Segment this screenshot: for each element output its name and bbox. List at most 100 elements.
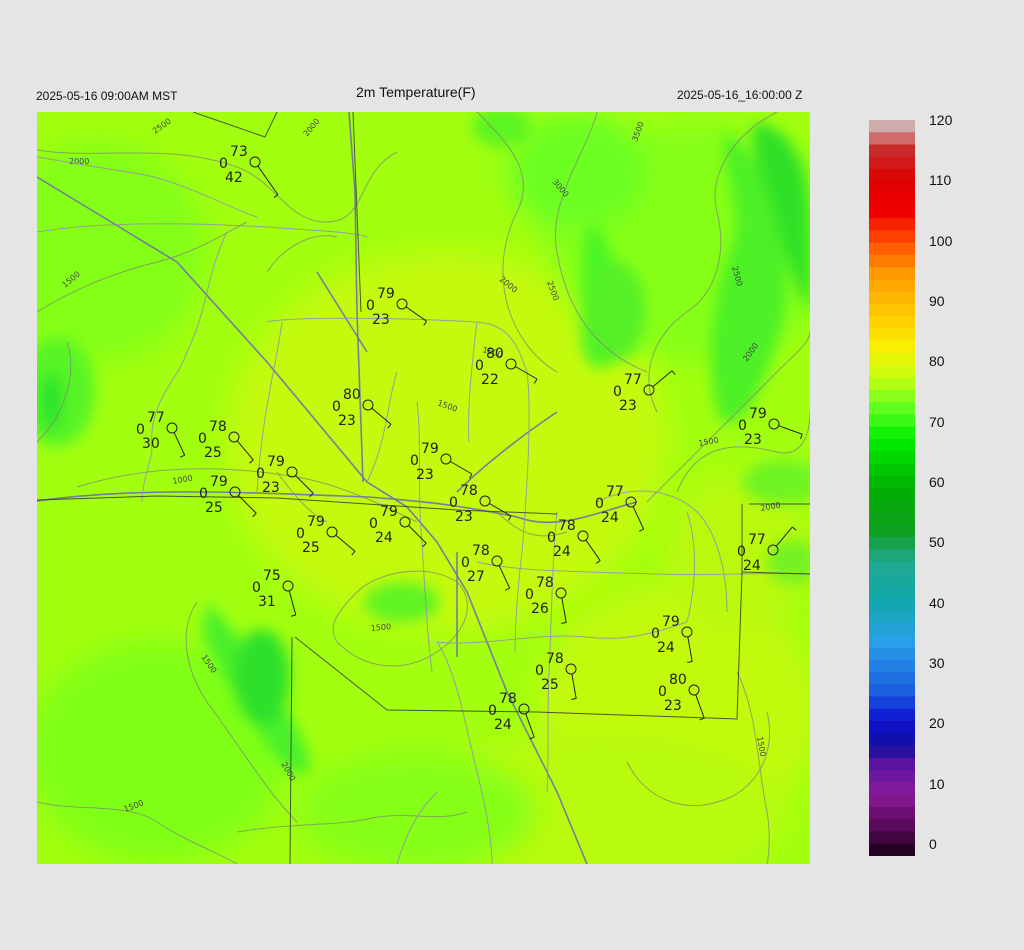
colorbar-tick-label: 20 (929, 715, 945, 732)
colorbar-band (869, 242, 915, 256)
colorbar-tick-label: 90 (929, 293, 945, 309)
colorbar-tick-label: 30 (929, 655, 945, 671)
temperature-value: 73 (230, 144, 248, 160)
dewpoint-value: 24 (553, 544, 571, 560)
dewpoint-value: 22 (481, 372, 499, 388)
colorbar (869, 120, 915, 856)
colorbar-band (869, 426, 915, 440)
colorbar-band (869, 414, 915, 428)
colorbar-band (869, 169, 915, 182)
temperature-value: 79 (210, 474, 228, 490)
temperature-field (37, 112, 810, 864)
colorbar-band (869, 635, 915, 649)
colorbar-band (869, 524, 915, 538)
dewpoint-value: 42 (225, 170, 243, 186)
colorbar-tick-label: 110 (929, 172, 952, 189)
colorbar-band (869, 291, 915, 305)
dewpoint-value: 23 (416, 467, 434, 483)
colorbar-band (869, 672, 915, 685)
dewpoint-value: 24 (743, 558, 761, 574)
dewpoint-value: 25 (204, 445, 222, 461)
temperature-value: 77 (748, 532, 766, 548)
colorbar-band (869, 512, 915, 526)
colorbar-band (869, 377, 915, 391)
colorbar-band (869, 708, 915, 722)
colorbar-tick-label: 0 (929, 836, 937, 852)
colorbar-tick-label: 50 (929, 534, 945, 551)
colorbar-band (869, 193, 915, 207)
colorbar-band (869, 659, 915, 673)
colorbar-band (869, 721, 915, 734)
valid-time-utc: 2025-05-16_16:00:00 Z (677, 88, 803, 102)
colorbar-band (869, 463, 915, 477)
colorbar-band (869, 610, 915, 624)
colorbar-band (869, 745, 915, 759)
colorbar-band (869, 316, 915, 330)
colorbar-band (869, 267, 915, 281)
colorbar-band (869, 573, 915, 587)
colorbar-band (869, 328, 915, 342)
colorbar-band (869, 586, 915, 599)
colorbar-band (869, 304, 915, 317)
colorbar-band (869, 598, 915, 612)
colorbar-band (869, 684, 915, 698)
temperature-value: 78 (460, 483, 478, 499)
temperature-value: 80 (343, 387, 361, 403)
colorbar-band (869, 537, 915, 550)
colorbar-band (869, 806, 915, 820)
dewpoint-value: 27 (467, 569, 485, 585)
temperature-value: 78 (472, 543, 490, 559)
temperature-value: 79 (662, 614, 680, 630)
temperature-value: 78 (536, 575, 554, 591)
dewpoint-value: 23 (744, 432, 762, 448)
colorbar-band (869, 451, 915, 465)
colorbar-band (869, 254, 915, 268)
colorbar-tick-label: 120 (929, 112, 953, 128)
colorbar-tick-label: 100 (929, 232, 953, 249)
valid-time-local: 2025-05-16 09:00AM MST (36, 89, 178, 103)
temperature-value: 79 (380, 504, 398, 520)
colorbar-band (869, 230, 915, 244)
temperature-value: 78 (546, 651, 564, 667)
colorbar-band (869, 353, 915, 366)
colorbar-band (869, 561, 915, 575)
temperature-value: 79 (421, 441, 439, 457)
dewpoint-value: 23 (262, 480, 280, 496)
colorbar-band (869, 365, 915, 379)
dewpoint-value: 26 (531, 601, 549, 617)
dewpoint-value: 31 (258, 594, 276, 610)
colorbar-tick-label: 60 (929, 474, 945, 490)
temperature-value: 79 (307, 514, 325, 530)
temperature-value: 77 (147, 410, 165, 426)
colorbar-band (869, 475, 915, 489)
colorbar-band (869, 843, 915, 856)
colorbar-band (869, 279, 915, 293)
colorbar-band (869, 500, 915, 514)
colorbar-band (869, 696, 915, 710)
colorbar-band (869, 144, 915, 158)
temperature-value: 79 (749, 406, 767, 422)
temperature-value: 78 (209, 419, 227, 435)
colorbar-band (869, 549, 915, 563)
colorbar-band (869, 181, 915, 195)
colorbar-band (869, 218, 915, 231)
temperature-map: 2000 2500 2000 1500 3000 3500 2500 2000 … (37, 112, 810, 864)
colorbar-band (869, 488, 915, 501)
colorbar-band (869, 647, 915, 661)
dewpoint-value: 25 (302, 540, 320, 556)
colorbar-band (869, 819, 915, 833)
colorbar-band (869, 782, 915, 796)
temperature-value: 79 (377, 286, 395, 302)
colorbar-band (869, 770, 915, 783)
colorbar-tick-label: 10 (929, 775, 945, 792)
dewpoint-value: 23 (664, 698, 682, 714)
temperature-value: 78 (499, 691, 517, 707)
colorbar-band (869, 794, 915, 808)
colorbar-band (869, 340, 915, 354)
dewpoint-value: 30 (142, 436, 160, 452)
map-title: 2m Temperature(F) (356, 84, 476, 100)
colorbar-tick-label: 70 (929, 413, 945, 430)
temperature-value: 77 (606, 484, 624, 500)
dewpoint-value: 23 (338, 413, 356, 429)
temperature-value: 78 (558, 518, 576, 534)
